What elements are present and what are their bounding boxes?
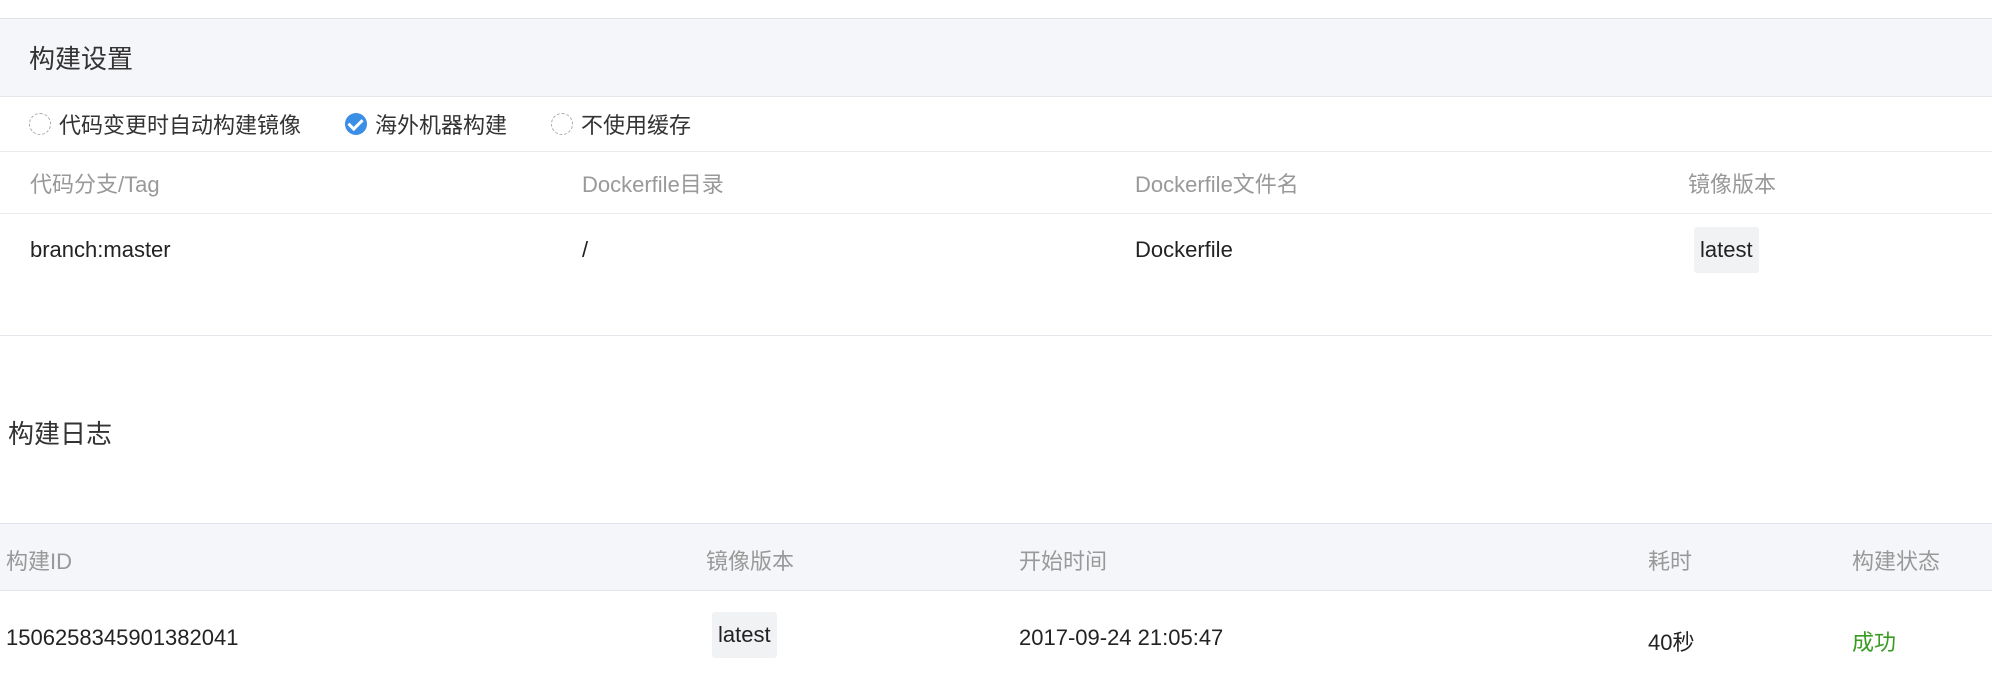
option-overseas-build[interactable]: 海外机器构建: [345, 108, 507, 140]
cell-start-time: 2017-09-24 21:05:47: [1019, 625, 1224, 650]
col-build-status: 构建状态: [1852, 549, 1941, 574]
config-table-row: branch:master / Dockerfile latest: [0, 214, 1992, 286]
build-settings-title: 构建设置: [29, 44, 134, 74]
version-tag: latest: [712, 612, 777, 658]
option-no-cache[interactable]: 不使用缓存: [551, 108, 691, 140]
option-auto-build-label: 代码变更时自动构建镜像: [59, 113, 302, 138]
table-row[interactable]: 1506258345901382041 latest 2017-09-24 21…: [0, 591, 1992, 694]
build-log-title: 构建日志: [8, 419, 113, 449]
cell-duration: 40秒: [1648, 630, 1695, 655]
col-build-id: 构建ID: [6, 549, 73, 574]
cell-branch: branch:master: [30, 237, 171, 262]
col-duration: 耗时: [1648, 549, 1693, 574]
col-image-version: 镜像版本: [1688, 171, 1777, 197]
cell-build-id[interactable]: 1506258345901382041: [6, 625, 238, 651]
option-overseas-build-label: 海外机器构建: [375, 113, 508, 138]
col-branch-tag: 代码分支/Tag: [30, 171, 160, 197]
build-settings-panel: 构建设置 代码变更时自动构建镜像 海外机器构建 不使用缓存 代码分支/Tag D…: [0, 18, 1992, 336]
option-no-cache-label: 不使用缓存: [581, 113, 692, 138]
build-settings-header: 构建设置: [0, 19, 1992, 97]
build-log-header: 构建ID 镜像版本 开始时间 耗时 构建状态: [0, 523, 1992, 591]
col-dockerfile-name: Dockerfile文件名: [1135, 171, 1299, 197]
radio-unchecked-icon[interactable]: [29, 113, 51, 135]
build-log-table: 构建ID 镜像版本 开始时间 耗时 构建状态 15062583459013820…: [0, 523, 1992, 694]
col-start-time: 开始时间: [1019, 549, 1108, 574]
status-badge: 成功: [1852, 630, 1897, 655]
build-options: 代码变更时自动构建镜像 海外机器构建 不使用缓存: [0, 97, 1992, 152]
config-table-header: 代码分支/Tag Dockerfile目录 Dockerfile文件名 镜像版本: [0, 152, 1992, 214]
version-tag: latest: [1694, 227, 1759, 273]
radio-unchecked-icon[interactable]: [551, 113, 574, 135]
page: 构建设置 代码变更时自动构建镜像 海外机器构建 不使用缓存 代码分支/Tag D…: [0, 0, 1992, 694]
col-dockerfile-dir: Dockerfile目录: [582, 171, 724, 197]
radio-checked-icon[interactable]: [345, 113, 368, 135]
cell-dir: /: [582, 237, 589, 262]
cell-filename: Dockerfile: [1135, 237, 1233, 262]
option-auto-build[interactable]: 代码变更时自动构建镜像: [29, 108, 301, 140]
col-image-version: 镜像版本: [706, 549, 795, 574]
